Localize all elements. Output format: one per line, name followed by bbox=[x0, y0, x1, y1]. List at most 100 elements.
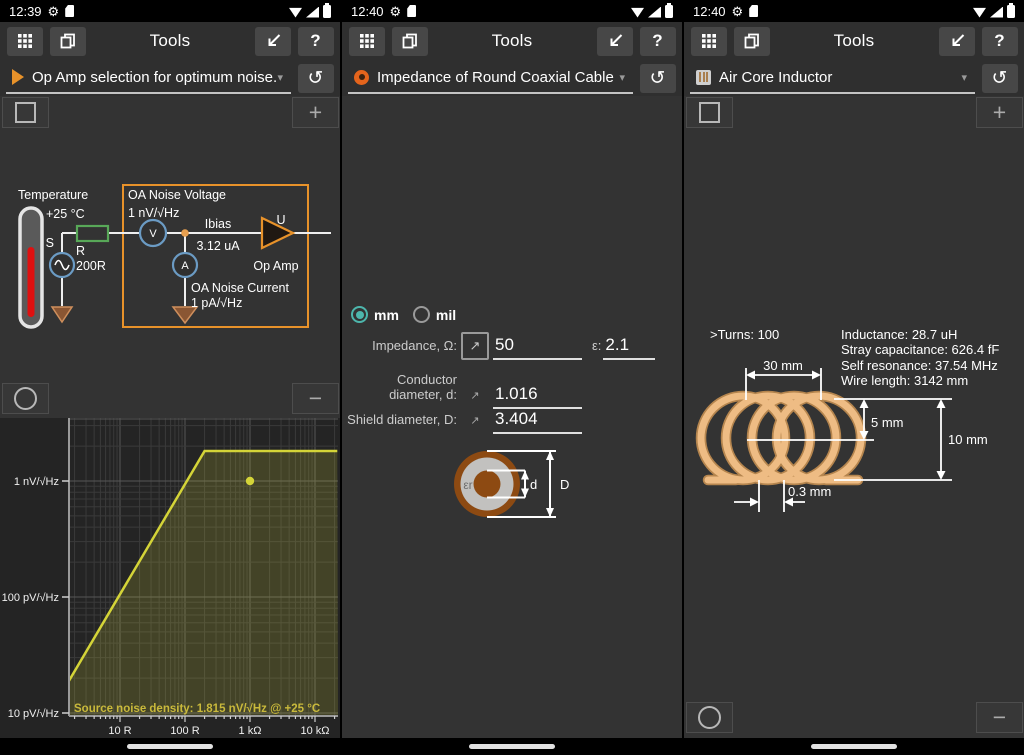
wire-diameter-dim: 0.3 mm bbox=[788, 484, 831, 499]
noise-voltage-value[interactable]: 1 nV/√Hz bbox=[128, 206, 179, 220]
zoom-in-button[interactable]: + bbox=[976, 97, 1023, 128]
status-bar: 12:40 ⚙ bbox=[684, 0, 1024, 22]
conductor-input[interactable]: 1.016 bbox=[493, 384, 582, 409]
help-icon: ? bbox=[994, 31, 1004, 51]
radio-mil-label[interactable]: mil bbox=[436, 307, 456, 323]
tool-selector-row: Op Amp selection for optimum noise.. ▾ ↺ bbox=[0, 60, 340, 96]
ammeter-label: A bbox=[181, 260, 189, 272]
apps-grid-icon bbox=[701, 33, 717, 49]
reset-button[interactable]: ↺ bbox=[982, 64, 1018, 93]
windows-button[interactable] bbox=[50, 27, 86, 56]
output-select-button[interactable]: ↗ bbox=[461, 332, 489, 360]
circle-select-button[interactable] bbox=[2, 383, 49, 414]
windows-button[interactable] bbox=[392, 27, 428, 56]
signal-icon bbox=[648, 7, 661, 18]
zoom-out-button[interactable]: − bbox=[292, 383, 339, 414]
resistor-value[interactable]: 200R bbox=[76, 259, 106, 273]
svg-text:10 R: 10 R bbox=[108, 725, 131, 737]
ibias-value[interactable]: 3.12 uA bbox=[196, 239, 240, 253]
edit-arrow-icon: ↗ bbox=[470, 338, 481, 354]
square-icon bbox=[15, 102, 36, 123]
inner-conductor bbox=[474, 471, 501, 498]
radio-mm-label[interactable]: mm bbox=[374, 307, 399, 323]
voltmeter-label: V bbox=[149, 228, 157, 240]
navigation-bar bbox=[0, 738, 340, 755]
apps-grid-button[interactable] bbox=[691, 27, 727, 56]
share-button[interactable] bbox=[597, 27, 633, 56]
copy-windows-icon bbox=[401, 32, 419, 50]
status-time: 12:39 bbox=[9, 4, 42, 19]
page-title: Tools bbox=[89, 31, 251, 51]
resistor-symbol bbox=[77, 226, 108, 241]
apps-grid-icon bbox=[17, 33, 33, 49]
export-arrow-icon bbox=[947, 31, 967, 51]
inner-dim-label: d bbox=[530, 477, 537, 492]
signal-icon bbox=[990, 7, 1003, 18]
home-pill[interactable] bbox=[127, 744, 213, 749]
signal-icon bbox=[306, 7, 319, 18]
temperature-value[interactable]: +25 °C bbox=[46, 207, 85, 221]
select-mode-button[interactable] bbox=[686, 97, 733, 128]
epsilon-input[interactable]: 2.1 bbox=[603, 335, 655, 360]
gear-icon: ⚙ bbox=[48, 5, 60, 18]
radio-mil[interactable] bbox=[413, 306, 430, 323]
inductor-tool-icon bbox=[696, 70, 711, 85]
sim-card-icon bbox=[407, 5, 416, 17]
square-icon bbox=[699, 102, 720, 123]
help-button[interactable]: ? bbox=[982, 27, 1018, 56]
noise-current-title: OA Noise Current bbox=[191, 281, 289, 295]
chevron-down-icon: ▾ bbox=[619, 71, 625, 84]
home-pill[interactable] bbox=[811, 744, 897, 749]
circle-select-button[interactable] bbox=[686, 702, 733, 733]
ibias-label: Ibias bbox=[205, 217, 231, 231]
plus-icon: + bbox=[309, 101, 322, 124]
apps-grid-button[interactable] bbox=[349, 27, 385, 56]
edit-arrow-icon[interactable]: ↗ bbox=[470, 389, 479, 409]
wifi-icon bbox=[289, 7, 302, 18]
tool-name: Air Core Inductor bbox=[719, 69, 961, 86]
reset-button[interactable]: ↺ bbox=[298, 64, 334, 93]
opamp-noise-schematic[interactable]: Temperature +25 °C S R 200R V A OA Noise… bbox=[0, 134, 340, 380]
tool-name: Impedance of Round Coaxial Cable bbox=[377, 69, 619, 86]
turns-value[interactable]: >Turns: 100 bbox=[710, 327, 779, 342]
tool-name: Op Amp selection for optimum noise.. bbox=[32, 69, 277, 86]
navigation-bar bbox=[684, 738, 1024, 755]
help-icon: ? bbox=[652, 31, 662, 51]
tool-dropdown[interactable]: Impedance of Round Coaxial Cable ▾ bbox=[348, 62, 633, 94]
coil-radius-dim: 5 mm bbox=[871, 415, 904, 430]
radio-mm[interactable] bbox=[351, 306, 368, 323]
gear-icon: ⚙ bbox=[390, 5, 402, 18]
share-button[interactable] bbox=[939, 27, 975, 56]
phone-panel-inductor: 12:40 ⚙ Tools ? bbox=[684, 0, 1024, 755]
home-pill[interactable] bbox=[469, 744, 555, 749]
impedance-input[interactable]: 50 bbox=[493, 335, 582, 360]
edit-arrow-icon[interactable]: ↗ bbox=[470, 414, 479, 434]
noise-voltage-title: OA Noise Voltage bbox=[128, 188, 226, 202]
air-core-coil-diagram[interactable]: 30 mm 10 mm 5 mm 0.3 mm bbox=[684, 350, 1024, 530]
tool-dropdown[interactable]: Op Amp selection for optimum noise.. ▾ bbox=[6, 62, 291, 94]
gear-icon: ⚙ bbox=[732, 5, 744, 18]
apps-grid-button[interactable] bbox=[7, 27, 43, 56]
shield-row: Shield diameter, D: ↗ 3.404 bbox=[342, 409, 582, 434]
noise-current-value[interactable]: 1 pA/√Hz bbox=[191, 296, 242, 310]
svg-text:1 kΩ: 1 kΩ bbox=[239, 725, 262, 737]
reset-button[interactable]: ↺ bbox=[640, 64, 676, 93]
zoom-out-button[interactable]: − bbox=[976, 702, 1023, 733]
help-icon: ? bbox=[310, 31, 320, 51]
status-bar: 12:40 ⚙ bbox=[342, 0, 682, 22]
zoom-in-button[interactable]: + bbox=[292, 97, 339, 128]
app-header: Tools ? bbox=[342, 22, 682, 60]
wifi-icon bbox=[973, 7, 986, 18]
noise-density-chart[interactable]: 1 nV/√Hz100 pV/√Hz10 pV/√Hz10 R100 R1 kΩ… bbox=[0, 418, 340, 738]
impedance-label: Impedance, Ω: bbox=[342, 338, 457, 360]
tool-dropdown[interactable]: Air Core Inductor ▾ bbox=[690, 62, 975, 94]
help-button[interactable]: ? bbox=[640, 27, 676, 56]
opamp-ref: U bbox=[276, 213, 285, 227]
help-button[interactable]: ? bbox=[298, 27, 334, 56]
shield-input[interactable]: 3.404 bbox=[493, 409, 582, 434]
units-radio-group: mm mil bbox=[351, 306, 464, 323]
copy-windows-icon bbox=[743, 32, 761, 50]
select-mode-button[interactable] bbox=[2, 97, 49, 128]
windows-button[interactable] bbox=[734, 27, 770, 56]
share-button[interactable] bbox=[255, 27, 291, 56]
